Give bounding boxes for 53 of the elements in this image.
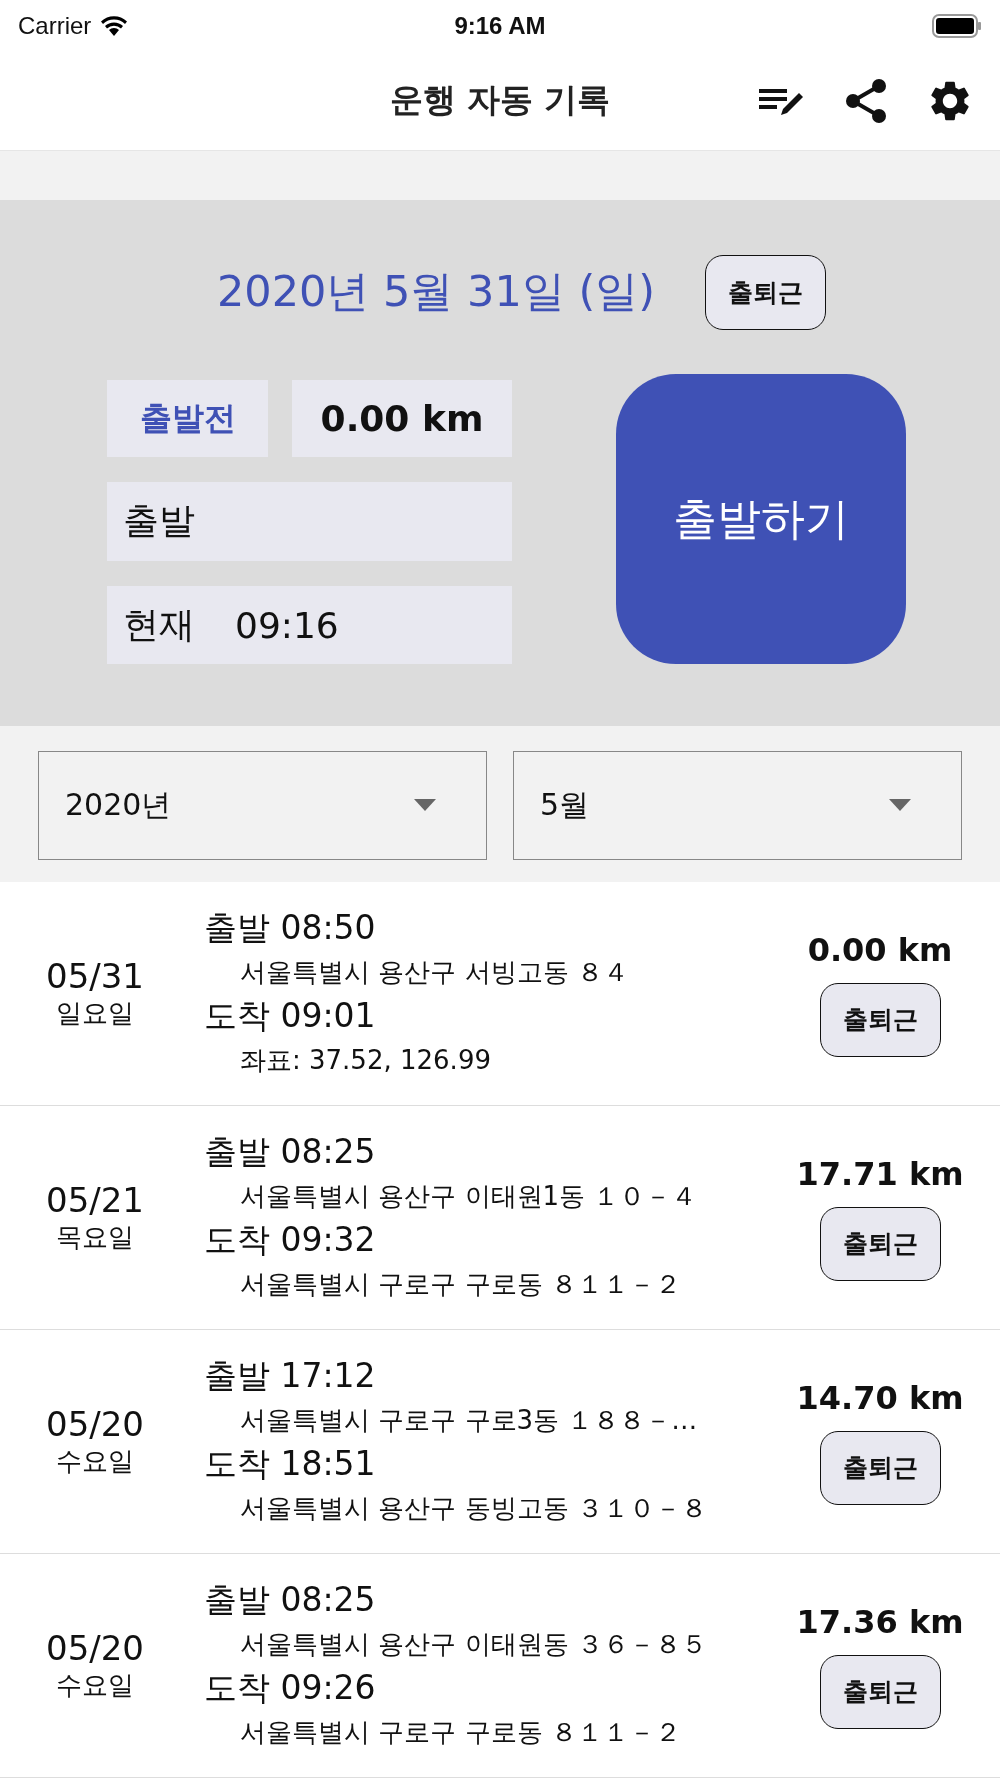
carrier-label: Carrier bbox=[18, 11, 92, 40]
trip-distance: 14.70 km bbox=[796, 1378, 964, 1417]
start-button[interactable]: 출발하기 bbox=[616, 374, 906, 665]
category-button[interactable]: 출퇴근 bbox=[705, 254, 827, 330]
departure-time: 출발 08:25 bbox=[204, 1578, 377, 1621]
departure-place: 서울특별시 용산구 서빙고동 ８４ bbox=[239, 955, 630, 989]
status-label: 출발전 bbox=[139, 397, 236, 439]
trip-date: 05/31 bbox=[46, 956, 144, 996]
departure-place: 서울특별시 용산구 이태원1동 １０－４ bbox=[239, 1179, 699, 1213]
trip-row[interactable]: 05/21 목요일 출발 08:25 서울특별시 용산구 이태원1동 １０－４ 도착 09:32 서울특별시 구로구 구로동 ８１１－２ 17.71 km 출퇴근 bbox=[0, 1106, 1000, 1330]
trip-weekday: 목요일 bbox=[56, 1221, 134, 1254]
screen-title: 운행 자동 기록 bbox=[389, 79, 611, 122]
trip-distance: 17.36 km bbox=[796, 1602, 964, 1641]
wifi-icon bbox=[99, 13, 130, 38]
departure-place: 서울특별시 구로구 구로3동 １８８－… bbox=[239, 1403, 699, 1437]
departure-place: 서울특별시 용산구 이태원동 ３６－８５ bbox=[239, 1627, 708, 1661]
arrival-place: 서울특별시 구로구 구로동 ８１１－２ bbox=[239, 1715, 682, 1749]
departure-label: 출발 bbox=[123, 499, 195, 544]
departure-time: 출발 17:12 bbox=[204, 1354, 377, 1397]
date-heading: 2020년 5월 31일 (일) bbox=[216, 265, 656, 319]
clock-time: 9:16 AM bbox=[454, 11, 546, 40]
departure-time: 출발 08:25 bbox=[204, 1130, 377, 1173]
trip-distance: 17.71 km bbox=[796, 1154, 964, 1193]
arrival-place: 좌표: 37.52, 126.99 bbox=[239, 1043, 492, 1077]
battery-icon bbox=[932, 13, 982, 38]
dropdown[interactable]: 5월 bbox=[513, 750, 962, 860]
current-time: 09:16 bbox=[235, 604, 339, 646]
dropdown[interactable]: 2020년 bbox=[38, 750, 487, 860]
trip-weekday: 수요일 bbox=[56, 1669, 134, 1702]
trip-weekday: 수요일 bbox=[56, 1445, 134, 1478]
departure-time: 출발 08:50 bbox=[204, 906, 377, 949]
arrival-place: 서울특별시 용산구 동빙고동 ３１０－８ bbox=[239, 1491, 708, 1525]
trip-row[interactable]: 05/31 일요일 출발 08:50 서울특별시 용산구 서빙고동 ８４ 도착 09:01 좌표: 37.52, 126.99 0.00 km 출퇴근 bbox=[0, 882, 1000, 1106]
trip-weekday: 일요일 bbox=[56, 997, 134, 1030]
trip-date: 05/20 bbox=[46, 1628, 144, 1668]
trip-row[interactable]: 05/20 수요일 출발 17:12 서울특별시 구로구 구로3동 １８８－… 도착 18:51 서울특별시 용산구 동빙고동 ３１０－８ 14.70 km 출퇴근 bbox=[0, 1330, 1000, 1554]
category-button[interactable]: 출퇴근 bbox=[819, 1206, 941, 1281]
category-button[interactable]: 출퇴근 bbox=[819, 1654, 941, 1729]
arrival-time: 도착 09:32 bbox=[204, 1218, 377, 1261]
distance-value: 0.00 km bbox=[320, 398, 484, 440]
category-button[interactable]: 출퇴근 bbox=[819, 1430, 941, 1505]
caret-icon bbox=[889, 799, 911, 812]
trip-date: 05/21 bbox=[46, 1180, 144, 1220]
trip-date: 05/20 bbox=[46, 1404, 144, 1444]
caret-icon bbox=[414, 799, 436, 812]
arrival-time: 도착 18:51 bbox=[204, 1442, 377, 1485]
current-label: 현재 bbox=[123, 602, 195, 647]
trip-distance: 0.00 km bbox=[807, 930, 953, 969]
arrival-place: 서울특별시 구로구 구로동 ８１１－２ bbox=[239, 1267, 682, 1301]
trip-row[interactable]: 05/20 수요일 출발 08:25 서울특별시 용산구 이태원동 ３６－８５ 도착 09:26 서울특별시 구로구 구로동 ８１１－２ 17.36 km 출퇴근 bbox=[0, 1554, 1000, 1778]
category-button[interactable]: 출퇴근 bbox=[819, 982, 941, 1057]
arrival-time: 도착 09:26 bbox=[204, 1666, 377, 1709]
arrival-time: 도착 09:01 bbox=[204, 994, 377, 1037]
